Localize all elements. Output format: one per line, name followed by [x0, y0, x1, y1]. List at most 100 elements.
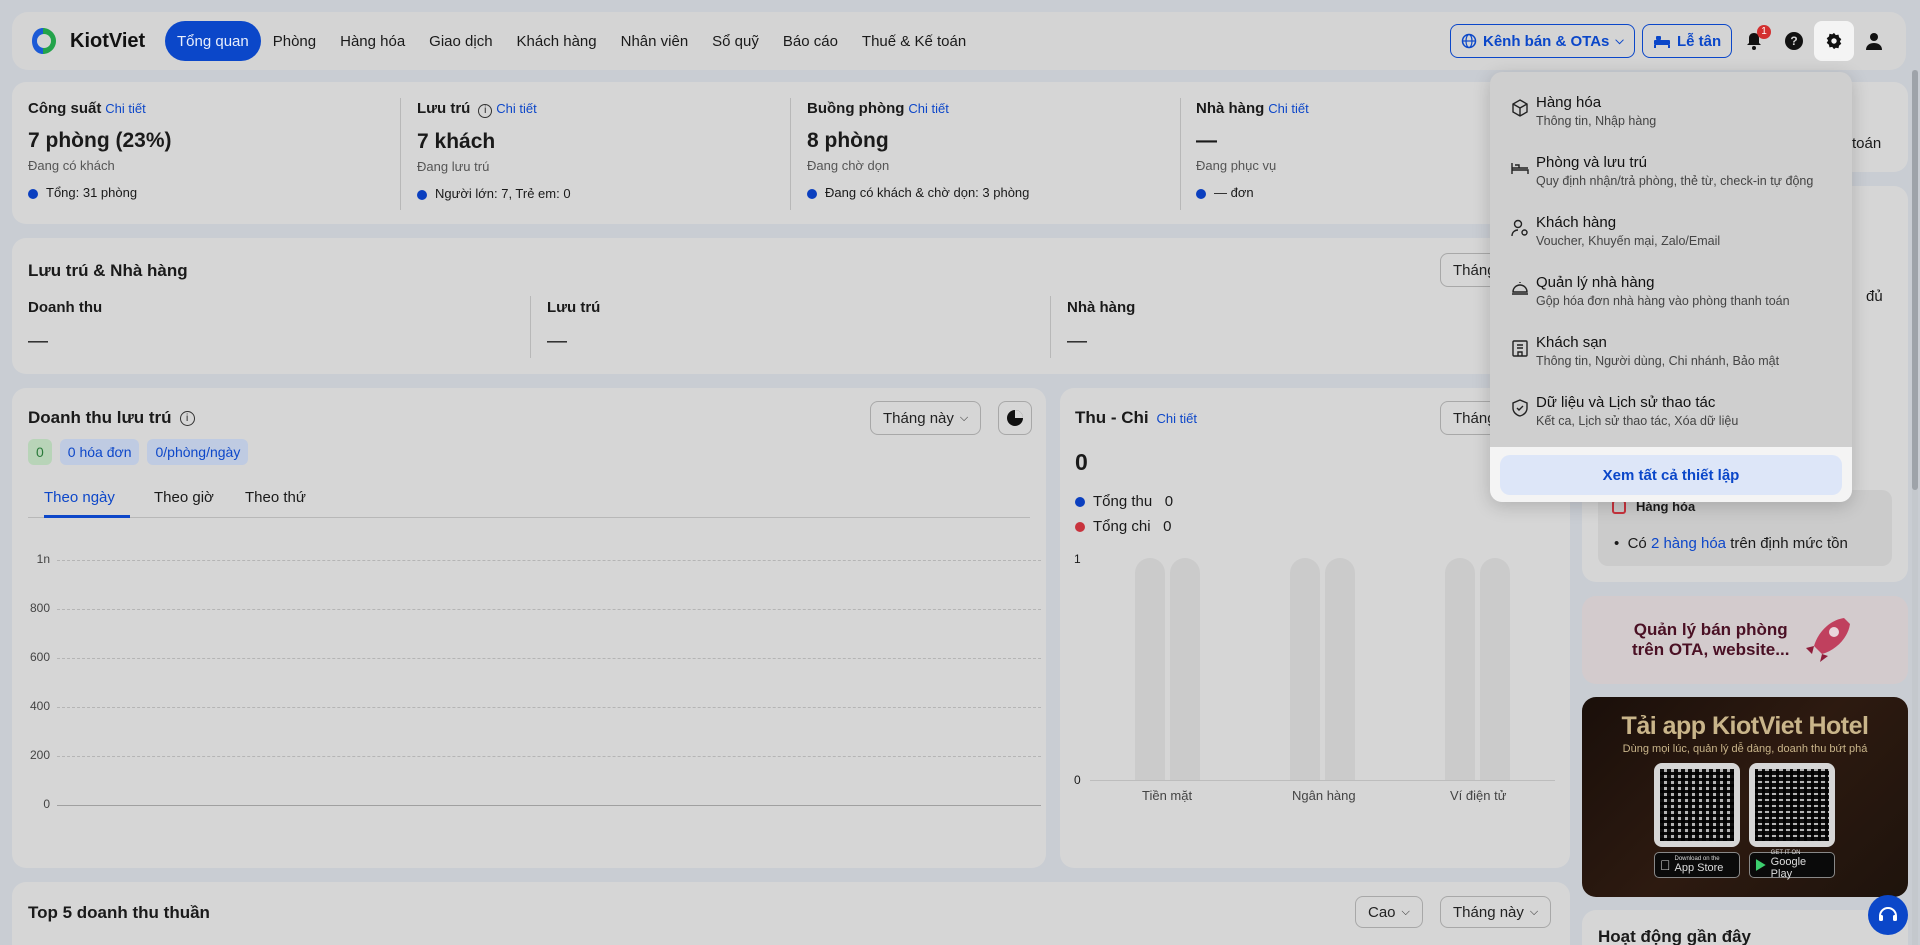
- nav-giao-dich[interactable]: Giao dịch: [417, 21, 504, 61]
- legend-income: Tổng thu 0: [1075, 493, 1173, 510]
- stat-occupancy: Công suất Chi tiết 7 phòng (23%) Đang có…: [28, 100, 398, 200]
- invoice-chip: 0 hóa đơn: [59, 439, 140, 465]
- item-sub: Thông tin, Nhập hàng: [1536, 114, 1657, 128]
- info-icon: i: [478, 104, 493, 118]
- x-tick-label: Ngân hàng: [1292, 788, 1356, 803]
- stat-value: —: [1196, 129, 1217, 152]
- settings-item-rooms[interactable]: Phòng và lưu trú Quy định nhận/trả phòng…: [1490, 144, 1852, 204]
- nav-phong[interactable]: Phòng: [261, 21, 328, 61]
- legend-label: Tổng thu: [1093, 493, 1153, 510]
- period-select[interactable]: Tháng này ⌵: [870, 401, 982, 435]
- shield-check-icon: [1512, 399, 1528, 417]
- channels-button[interactable]: Kênh bán & OTAs ⌵: [1450, 24, 1635, 58]
- period-label: Tháng này: [883, 409, 954, 427]
- appstore-badge[interactable]:  Download on theApp Store: [1654, 852, 1740, 878]
- divider: [400, 98, 401, 210]
- bed-icon: [1654, 36, 1670, 48]
- googleplay-badge[interactable]: GET IT ON Google Play: [1749, 850, 1835, 880]
- stay-revenue-title: Doanh thu lưu trú: [28, 408, 172, 427]
- promo-line: trên OTA, website...: [1632, 640, 1790, 659]
- detail-link[interactable]: Chi tiết: [1157, 411, 1197, 426]
- chevron-down-icon: ⌵: [1529, 905, 1539, 918]
- gridline: [57, 707, 1041, 708]
- total-value: 0: [1075, 449, 1088, 475]
- qr-appstore[interactable]: [1654, 763, 1740, 847]
- tab-by-hour[interactable]: Theo giờ: [154, 489, 214, 506]
- goods-pre: Có: [1627, 535, 1647, 552]
- stat-housekeeping: Buồng phòng Chi tiết 8 phòng Đang chờ dọ…: [807, 100, 1177, 200]
- sort-label: Cao: [1368, 903, 1396, 921]
- qr-code-icon: [1660, 769, 1734, 841]
- stat-detail-link[interactable]: Chi tiết: [908, 101, 948, 116]
- y-tick-label: 0: [43, 797, 50, 811]
- settings-item-hotel[interactable]: Khách sạn Thông tin, Người dùng, Chi nhá…: [1490, 324, 1852, 384]
- item-title: Dữ liệu và Lịch sử thao tác: [1536, 394, 1716, 411]
- goods-post: trên định mức tồn: [1730, 535, 1848, 552]
- stay-restaurant-card: [12, 238, 1568, 374]
- gridline: [57, 756, 1041, 757]
- stat-detail-link[interactable]: Chi tiết: [496, 101, 536, 116]
- legend-expense: Tổng chi 0: [1075, 518, 1171, 535]
- x-axis: [57, 805, 1041, 806]
- col-value: —: [28, 330, 48, 352]
- stat-value: 7 phòng (23%): [28, 129, 172, 152]
- item-title: Phòng và lưu trú: [1536, 154, 1647, 171]
- main-nav: Tổng quan Phòng Hàng hóa Giao dịch Khách…: [165, 21, 978, 61]
- gridline: [57, 609, 1041, 610]
- support-chat-button[interactable]: [1868, 895, 1908, 935]
- stat-restaurant: Nhà hàng Chi tiết — Đang phục vụ — đơn: [1196, 100, 1496, 200]
- kiotviet-logo[interactable]: KiotViet: [28, 22, 145, 60]
- cloche-icon: [1512, 282, 1528, 295]
- nav-tong-quan[interactable]: Tổng quan: [165, 21, 261, 61]
- stat-title: Lưu trú: [417, 100, 471, 117]
- settings-item-restaurant[interactable]: Quản lý nhà hàng Gộp hóa đơn nhà hàng và…: [1490, 264, 1852, 324]
- item-title: Hàng hóa: [1536, 94, 1602, 111]
- settings-item-goods[interactable]: Hàng hóa Thông tin, Nhập hàng: [1490, 84, 1852, 144]
- col-value: —: [1067, 330, 1087, 352]
- scrollbar-thumb[interactable]: [1912, 70, 1918, 490]
- promo-line: Quản lý bán phòng: [1633, 620, 1788, 639]
- tab-by-weekday[interactable]: Theo thứ: [245, 489, 306, 506]
- goods-link[interactable]: 2 hàng hóa: [1651, 535, 1726, 552]
- divider: [1050, 296, 1051, 358]
- nav-so-quy[interactable]: Sổ quỹ: [700, 21, 771, 61]
- x-axis: [1090, 780, 1555, 781]
- notification-button[interactable]: 1: [1734, 21, 1774, 61]
- sort-select[interactable]: Cao ⌵: [1355, 896, 1423, 928]
- help-button[interactable]: ?: [1774, 21, 1814, 61]
- tab-by-day[interactable]: Theo ngày: [44, 489, 115, 506]
- account-button[interactable]: [1854, 21, 1894, 61]
- apple-icon: : [1660, 857, 1671, 873]
- badge-label: App Store: [1664, 862, 1724, 874]
- bar-vidientu-thu: [1445, 558, 1475, 780]
- bar-tienmat-chi: [1170, 558, 1200, 780]
- bar-vidientu-chi: [1480, 558, 1510, 780]
- item-title: Quản lý nhà hàng: [1536, 274, 1655, 291]
- nav-khach-hang[interactable]: Khách hàng: [505, 21, 609, 61]
- divider: [790, 98, 791, 210]
- settings-item-customers[interactable]: Khách hàng Voucher, Khuyến mại, Zalo/Ema…: [1490, 204, 1852, 264]
- stat-detail-link[interactable]: Chi tiết: [1268, 101, 1308, 116]
- stat-sub: Đang có khách: [28, 158, 115, 173]
- col-label: Doanh thu: [28, 299, 103, 316]
- box-icon: [1512, 99, 1528, 117]
- y-tick-label: 0: [1074, 773, 1081, 787]
- stat-foot: — đơn: [1214, 185, 1254, 200]
- period-select[interactable]: Tháng này ⌵: [1440, 896, 1552, 928]
- stat-foot: Đang có khách & chờ dọn: 3 phòng: [825, 185, 1030, 200]
- card-title: Lưu trú & Nhà hàng: [28, 261, 188, 280]
- chart-type-button[interactable]: [998, 401, 1032, 435]
- qr-googleplay[interactable]: [1749, 763, 1835, 847]
- nav-bao-cao[interactable]: Báo cáo: [771, 21, 850, 61]
- nav-nhan-vien[interactable]: Nhân viên: [609, 21, 701, 61]
- settings-button[interactable]: [1814, 21, 1854, 61]
- recent-activity-title: Hoạt động gần đây: [1598, 927, 1751, 945]
- legend-label: Tổng chi: [1093, 518, 1151, 535]
- settings-item-data-history[interactable]: Dữ liệu và Lịch sử thao tác Kết ca, Lịch…: [1490, 384, 1852, 444]
- stat-detail-link[interactable]: Chi tiết: [105, 101, 145, 116]
- view-all-settings-button[interactable]: Xem tất cả thiết lập: [1500, 455, 1842, 495]
- reception-button[interactable]: Lễ tân: [1642, 24, 1733, 58]
- nav-thue-ke-toan[interactable]: Thuế & Kế toán: [850, 21, 978, 61]
- nav-hang-hoa[interactable]: Hàng hóa: [328, 21, 417, 61]
- top5-card: [12, 882, 1570, 945]
